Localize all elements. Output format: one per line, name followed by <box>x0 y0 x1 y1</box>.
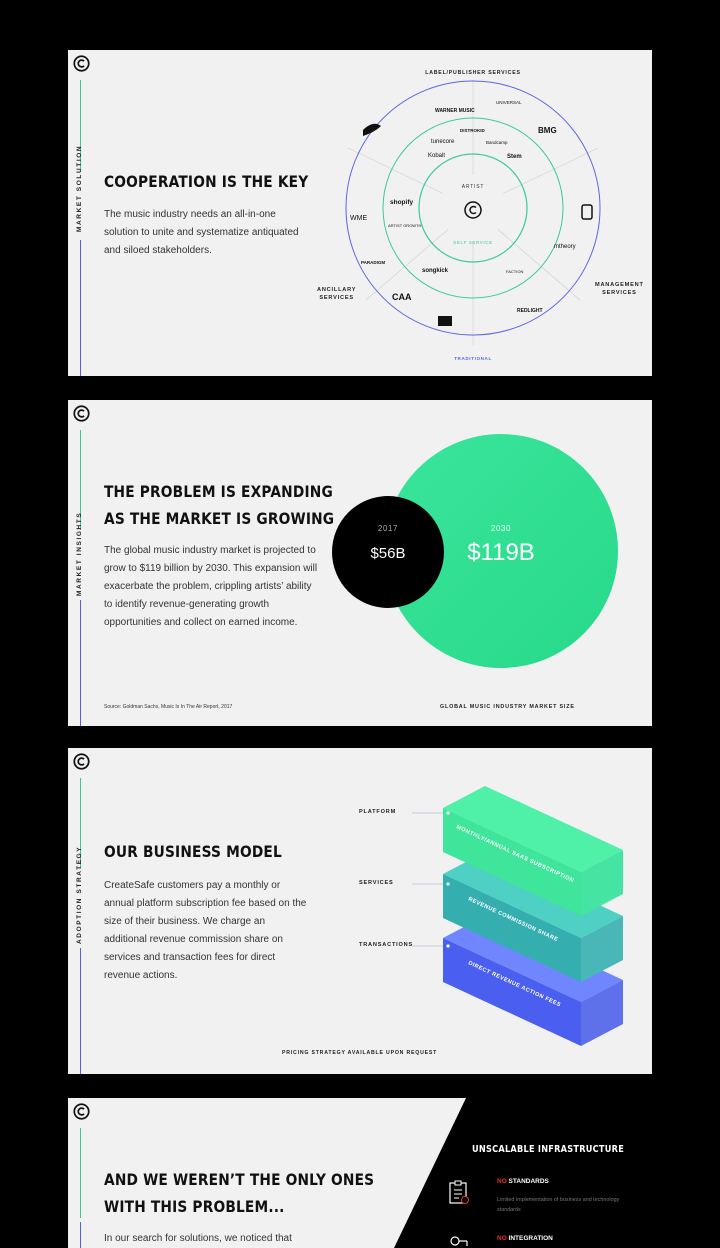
clipboard-icon <box>449 1180 469 1204</box>
integration-icon <box>450 1236 468 1246</box>
section-line-blue <box>80 1222 81 1248</box>
copyright-logo-icon <box>73 405 90 422</box>
pricing-footer: PRICING STRATEGY AVAILABLE UPON REQUEST <box>282 1050 438 1056</box>
slide-body: CreateSafe customers pay a monthly or an… <box>104 880 307 981</box>
logo-wme: WME <box>350 215 367 222</box>
logo-caa: CAA <box>392 292 412 302</box>
slide-title-line2: WITH THIS PROBLEM... <box>104 1197 285 1216</box>
slide-market-solution: MARKET SOLUTION COOPERATION IS THE KEY T… <box>68 50 652 376</box>
slide-title-line1: THE PROBLEM IS EXPANDING <box>104 482 333 501</box>
section-line-blue <box>80 948 81 1074</box>
slide-problem: AND WE WEREN’T THE ONLY ONES WITH THIS P… <box>68 1098 652 1248</box>
slide-title: OUR BUSINESS MODEL <box>104 842 282 861</box>
section-line-blue <box>80 240 81 376</box>
section-line-green <box>80 1128 81 1218</box>
layer-label-platform: PLATFORM <box>359 809 397 815</box>
ecosystem-diagram: ARTIST SELF SERVICE LABEL/PUBLISHER SERV… <box>345 70 601 361</box>
logo-bandcamp: Bandcamp <box>486 140 508 145</box>
logo-warner: WARNER MUSIC <box>435 108 475 114</box>
slide-market-insights: MARKET INSIGHTS THE PROBLEM IS EXPANDING… <box>68 400 652 726</box>
item-label: INTEGRATION <box>506 1235 553 1242</box>
label-2017-year: 2017 <box>378 524 398 533</box>
source-note: Source: Goldman Sachs, Music Is In The A… <box>104 704 233 710</box>
logo-redlight: REDLIGHT <box>517 308 543 314</box>
item-standards-desc: Limited implementation of business and t… <box>497 1197 620 1213</box>
label-2030-year: 2030 <box>491 524 511 533</box>
slide-title-line2: AS THE MARKET IS GROWING <box>104 509 335 528</box>
item-label: STANDARDS <box>506 1178 549 1185</box>
logo-generic-left <box>363 123 381 136</box>
copyright-logo-icon <box>73 55 90 72</box>
logo-stem: Stem <box>507 154 522 160</box>
business-model-stack: MONTHLY/ANNUAL SAAS SUBSCRIPTION REVENUE… <box>412 786 623 1046</box>
market-size-chart: 2017 $56B 2030 $119B <box>332 434 618 668</box>
slide-business-model: ADOPTION STRATEGY OUR BUSINESS MODEL Cre… <box>68 748 652 1074</box>
logo-distrokid: DISTROKID <box>460 128 486 133</box>
section-label: ADOPTION STRATEGY <box>76 845 83 944</box>
copyright-logo-icon <box>73 1103 90 1120</box>
ancillary-label: ANCILLARY SERVICES <box>317 287 357 301</box>
chart-caption: GLOBAL MUSIC INDUSTRY MARKET SIZE <box>440 704 575 710</box>
logo-faction: FACTION <box>506 269 523 274</box>
dark-panel <box>394 1098 652 1248</box>
logo-generic-bottom <box>438 316 452 326</box>
artist-label: ARTIST <box>462 184 485 190</box>
logo-songkick: songkick <box>422 268 449 274</box>
slide-body: In our search for solutions, we noticed … <box>104 1233 292 1244</box>
self-service-label: SELF SERVICE <box>453 240 492 245</box>
no-word: NO <box>497 1178 507 1185</box>
section-label: MARKET SOLUTION <box>76 144 83 232</box>
logo-kobalt: Kobalt <box>428 153 445 159</box>
slide-title-line1: AND WE WEREN’T THE ONLY ONES <box>104 1170 375 1189</box>
slide-body: The music industry needs an all-in-one s… <box>104 209 299 256</box>
label-2030-value: $119B <box>467 539 535 566</box>
item-integration-title: NO INTEGRATION <box>497 1235 553 1242</box>
management-label: MANAGEMENT SERVICES <box>595 282 644 296</box>
no-word: NO <box>497 1235 507 1242</box>
traditional-label: TRADITIONAL <box>454 356 492 361</box>
logo-tunecore: tunecore <box>431 139 455 145</box>
slide-body: The global music industry market is proj… <box>104 545 318 628</box>
logo-generic-right <box>581 204 593 220</box>
item-standards-title: NO STANDARDS <box>497 1178 549 1185</box>
logo-paradigm: PARADIGM <box>361 260 385 265</box>
layer-label-services: SERVICES <box>359 880 394 886</box>
logo-universal: UNIVERSAL <box>496 100 522 105</box>
logo-artist-growth: ARTIST GROWTH <box>388 223 422 228</box>
logo-bmg: BMG <box>538 126 557 135</box>
logo-shopify: shopify <box>390 199 413 206</box>
label-2017-value: $56B <box>370 545 405 562</box>
copyright-logo-icon <box>73 753 90 770</box>
label-publisher-label: LABEL/PUBLISHER SERVICES <box>425 70 521 76</box>
logo-mtheory: mtheory <box>554 244 576 250</box>
slide-title: COOPERATION IS THE KEY <box>104 172 309 191</box>
section-label: MARKET INSIGHTS <box>76 511 83 596</box>
section-line-blue <box>80 600 81 726</box>
panel-title: UNSCALABLE INFRASTRUCTURE <box>472 1144 625 1155</box>
